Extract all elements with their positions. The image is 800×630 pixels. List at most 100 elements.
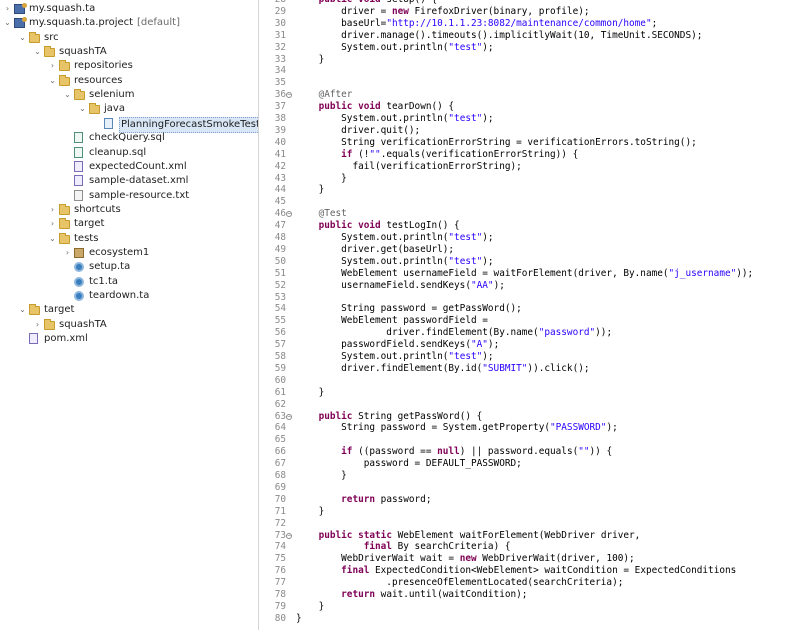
code-line[interactable]: 58 System.out.println("test"); bbox=[259, 351, 800, 363]
code-line[interactable]: 41 if (!"".equals(verificationErrorStrin… bbox=[259, 149, 800, 161]
code-text[interactable]: public void tearDown() { bbox=[296, 101, 454, 113]
code-line[interactable]: 69 bbox=[259, 482, 800, 494]
code-line[interactable]: 60 bbox=[259, 375, 800, 387]
code-line[interactable]: 66 if ((password == null) || password.eq… bbox=[259, 446, 800, 458]
code-text[interactable]: } bbox=[296, 470, 347, 482]
tree-item[interactable]: pom.xml bbox=[0, 332, 258, 346]
code-text[interactable]: .presenceOfElementLocated(searchCriteria… bbox=[296, 577, 623, 589]
code-text[interactable]: } bbox=[296, 173, 347, 185]
code-text[interactable]: WebElement passwordField = bbox=[296, 315, 488, 327]
code-text[interactable]: WebElement usernameField = waitForElemen… bbox=[296, 268, 753, 280]
code-line[interactable]: 59 driver.findElement(By.id("SUBMIT")).c… bbox=[259, 363, 800, 375]
chevron-right-icon[interactable]: › bbox=[3, 2, 12, 16]
tree-item[interactable]: sample-dataset.xml bbox=[0, 174, 258, 188]
code-text[interactable]: driver = new FirefoxDriver(binary, profi… bbox=[296, 6, 589, 18]
code-line[interactable]: 54 String password = getPassWord(); bbox=[259, 303, 800, 315]
tree-item[interactable]: teardown.ta bbox=[0, 289, 258, 303]
chevron-down-icon[interactable]: ⌄ bbox=[78, 102, 87, 116]
tree-item[interactable]: ⌄ java bbox=[0, 102, 258, 116]
code-text[interactable]: System.out.println("test"); bbox=[296, 351, 493, 363]
fold-toggle-icon[interactable]: − bbox=[286, 211, 292, 218]
chevron-down-icon[interactable]: ⌄ bbox=[3, 16, 12, 30]
code-line[interactable]: 70 return password; bbox=[259, 494, 800, 506]
code-text[interactable]: } bbox=[296, 613, 302, 625]
code-text[interactable]: System.out.println("test"); bbox=[296, 232, 493, 244]
code-line[interactable]: 65 bbox=[259, 434, 800, 446]
chevron-down-icon[interactable]: ⌄ bbox=[18, 31, 27, 45]
code-text[interactable]: if ((password == null) || password.equal… bbox=[296, 446, 612, 458]
code-line[interactable]: 32 System.out.println("test"); bbox=[259, 42, 800, 54]
code-text[interactable]: final ExpectedCondition<WebElement> wait… bbox=[296, 565, 736, 577]
code-line[interactable]: 36− @After bbox=[259, 89, 800, 101]
tree-item[interactable]: checkQuery.sql bbox=[0, 131, 258, 145]
code-text[interactable]: @Test bbox=[296, 208, 347, 220]
code-line[interactable]: 53 bbox=[259, 292, 800, 304]
code-line[interactable]: 51 WebElement usernameField = waitForEle… bbox=[259, 268, 800, 280]
tree-item[interactable]: setup.ta bbox=[0, 260, 258, 274]
code-line[interactable]: 43 } bbox=[259, 173, 800, 185]
fold-toggle-icon[interactable]: − bbox=[286, 532, 292, 539]
code-line[interactable]: 42 fail(verificationErrorString); bbox=[259, 161, 800, 173]
code-text[interactable]: String verificationErrorString = verific… bbox=[296, 137, 697, 149]
code-line[interactable]: 63− public String getPassWord() { bbox=[259, 411, 800, 423]
fold-toggle-icon[interactable]: − bbox=[286, 92, 292, 99]
code-line[interactable]: 34 bbox=[259, 65, 800, 77]
code-text[interactable]: password = DEFAULT_PASSWORD; bbox=[296, 458, 522, 470]
code-line[interactable]: 49 driver.get(baseUrl); bbox=[259, 244, 800, 256]
tree-item[interactable]: PlanningForecastSmokeTest.jav bbox=[0, 116, 258, 133]
code-editor[interactable]: 28 public void setUp() {29 driver = new … bbox=[259, 0, 800, 630]
fold-toggle-icon[interactable]: − bbox=[286, 413, 292, 420]
tree-item[interactable]: sample-resource.txt bbox=[0, 189, 258, 203]
chevron-right-icon[interactable]: › bbox=[48, 59, 57, 73]
code-line[interactable]: 77 .presenceOfElementLocated(searchCrite… bbox=[259, 577, 800, 589]
code-line[interactable]: 37 public void tearDown() { bbox=[259, 101, 800, 113]
code-line[interactable]: 44 } bbox=[259, 184, 800, 196]
code-text[interactable]: usernameField.sendKeys("AA"); bbox=[296, 280, 505, 292]
code-line[interactable]: 55 WebElement passwordField = bbox=[259, 315, 800, 327]
tree-item[interactable]: tc1.ta bbox=[0, 275, 258, 289]
code-text[interactable]: final By searchCriteria) { bbox=[296, 541, 511, 553]
code-line[interactable]: 68 } bbox=[259, 470, 800, 482]
code-line[interactable]: 38 System.out.println("test"); bbox=[259, 113, 800, 125]
tree-item[interactable]: › my.squash.ta bbox=[0, 2, 258, 16]
tree-item[interactable]: ⌄ target bbox=[0, 303, 258, 317]
code-line[interactable]: 62 bbox=[259, 399, 800, 411]
code-line[interactable]: 79 } bbox=[259, 601, 800, 613]
code-line[interactable]: 52 usernameField.sendKeys("AA"); bbox=[259, 280, 800, 292]
code-text[interactable]: return password; bbox=[296, 494, 431, 506]
code-line[interactable]: 31 driver.manage().timeouts().implicitly… bbox=[259, 30, 800, 42]
code-line[interactable]: 61 } bbox=[259, 387, 800, 399]
code-text[interactable]: public void testLogIn() { bbox=[296, 220, 460, 232]
code-text[interactable]: @After bbox=[296, 89, 353, 101]
code-line[interactable]: 48 System.out.println("test"); bbox=[259, 232, 800, 244]
code-line[interactable]: 57 passwordField.sendKeys("A"); bbox=[259, 339, 800, 351]
tree-item[interactable]: ⌄ my.squash.ta.project [default] bbox=[0, 16, 258, 30]
tree-item[interactable]: expectedCount.xml bbox=[0, 160, 258, 174]
code-text[interactable]: if (!"".equals(verificationErrorString))… bbox=[296, 149, 578, 161]
code-text[interactable]: baseUrl="http://10.1.1.23:8082/maintenan… bbox=[296, 18, 657, 30]
code-line[interactable]: 40 String verificationErrorString = veri… bbox=[259, 137, 800, 149]
code-text[interactable]: System.out.println("test"); bbox=[296, 42, 493, 54]
chevron-right-icon[interactable]: › bbox=[63, 246, 72, 260]
code-line[interactable]: 64 String password = System.getProperty(… bbox=[259, 422, 800, 434]
code-text[interactable]: } bbox=[296, 601, 325, 613]
code-line[interactable]: 30 baseUrl="http://10.1.1.23:8082/mainte… bbox=[259, 18, 800, 30]
tree-item[interactable]: ⌄ src bbox=[0, 31, 258, 45]
code-text[interactable]: System.out.println("test"); bbox=[296, 113, 493, 125]
code-text[interactable]: String password = System.getProperty("PA… bbox=[296, 422, 618, 434]
code-line[interactable]: 46− @Test bbox=[259, 208, 800, 220]
code-text[interactable]: } bbox=[296, 387, 325, 399]
tree-item[interactable]: › shortcuts bbox=[0, 203, 258, 217]
tree-item[interactable]: ⌄ tests bbox=[0, 232, 258, 246]
code-text[interactable]: passwordField.sendKeys("A"); bbox=[296, 339, 499, 351]
code-line[interactable]: 71 } bbox=[259, 506, 800, 518]
chevron-down-icon[interactable]: ⌄ bbox=[63, 88, 72, 102]
code-text[interactable]: driver.findElement(By.name("password")); bbox=[296, 327, 612, 339]
code-line[interactable]: 56 driver.findElement(By.name("password"… bbox=[259, 327, 800, 339]
code-line[interactable]: 50 System.out.println("test"); bbox=[259, 256, 800, 268]
tree-item[interactable]: › repositories bbox=[0, 59, 258, 73]
code-text[interactable]: public static WebElement waitForElement(… bbox=[296, 530, 641, 542]
code-text[interactable]: driver.get(baseUrl); bbox=[296, 244, 454, 256]
tree-item[interactable]: › ecosystem1 bbox=[0, 246, 258, 260]
code-line[interactable]: 80} bbox=[259, 613, 800, 625]
